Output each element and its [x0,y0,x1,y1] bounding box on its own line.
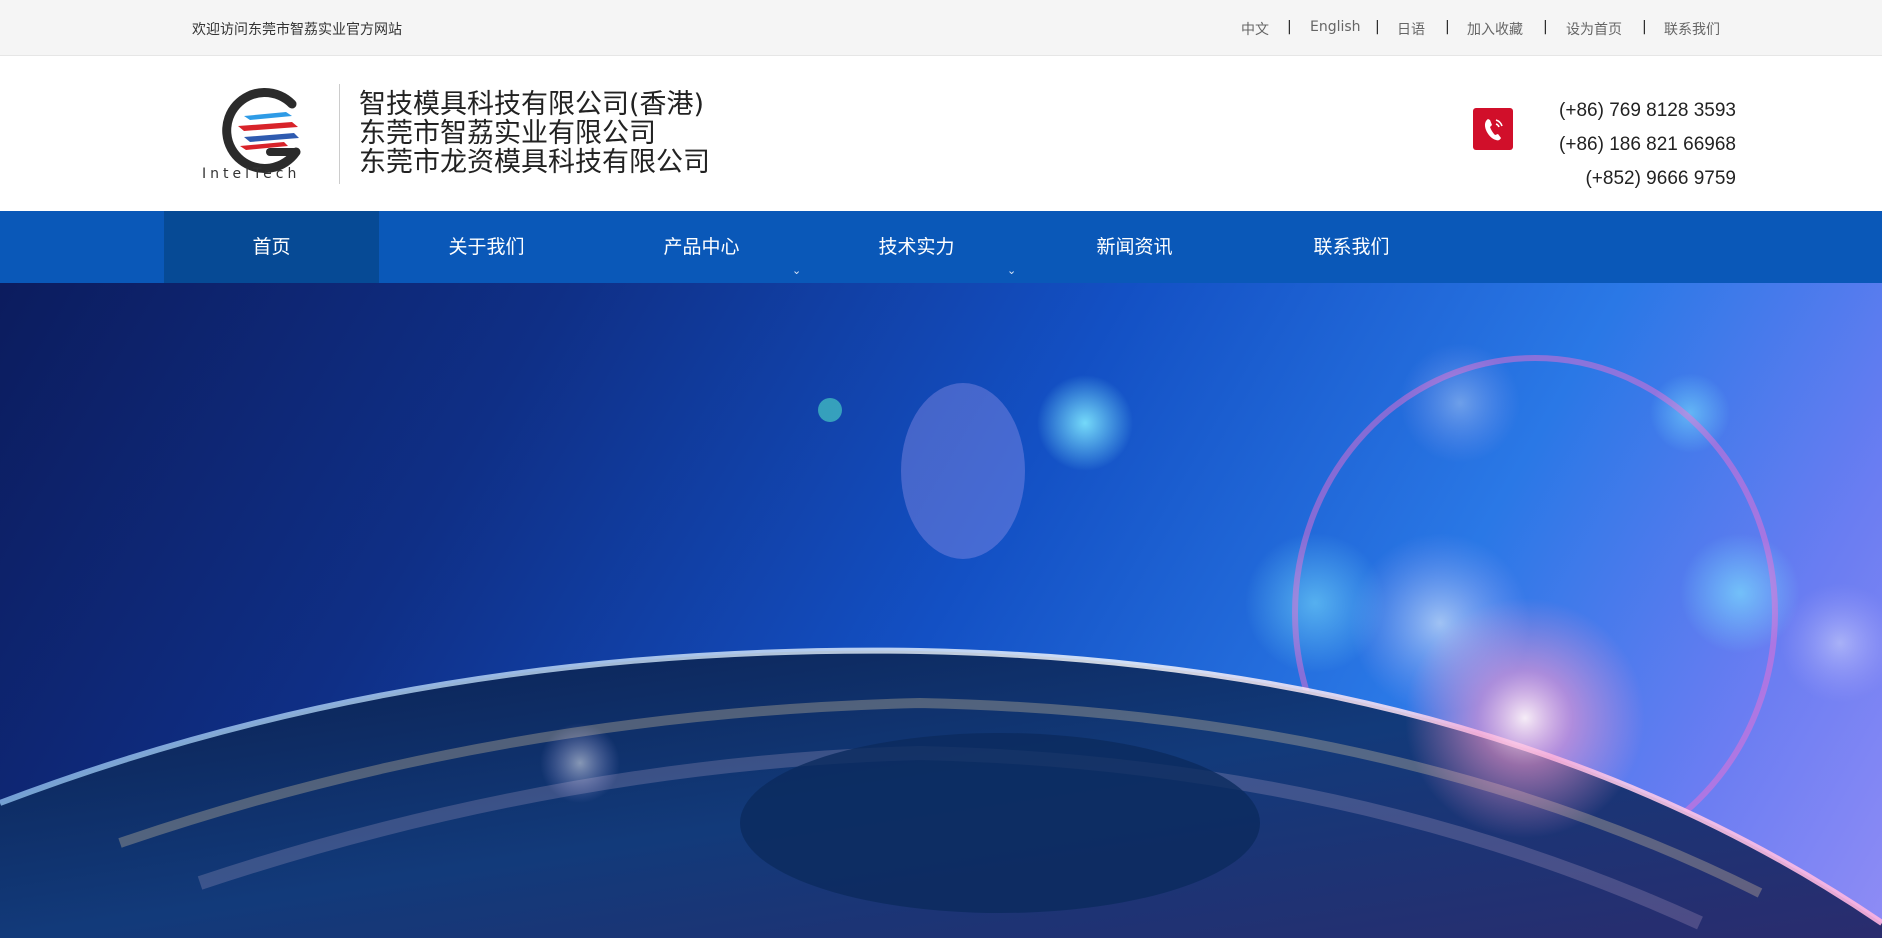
nav-item-label: 新闻资讯 [1096,236,1173,258]
main-nav: 首页 关于我们 产品中心 ⌄ 技术实力 ⌄ 新闻资讯 联系我们 [0,211,1882,283]
nav-item-label: 关于我们 [448,236,525,258]
welcome-text: 欢迎访问东莞市智荔实业官方网站 [192,22,402,38]
city-globe-at-night-image [0,343,1882,938]
nav-item-technology[interactable]: 技术实力 ⌄ [809,211,1024,283]
company-names: 智技模具科技有限公司(香港) 东莞市智荔实业有限公司 东莞市龙资模具科技有限公司 [359,90,710,177]
company-name-zhili: 东莞市智荔实业有限公司 [359,118,656,149]
top-link-separator: | [1543,19,1548,35]
top-link-separator: | [1287,19,1292,35]
top-link-separator: | [1642,19,1647,35]
nav-item-about[interactable]: 关于我们 [379,211,594,283]
phone-number: (+852) 9666 9759 [1585,168,1736,189]
site-header: IntelTech 智技模具科技有限公司(香港) 东莞市智荔实业有限公司 东莞市… [0,56,1882,211]
lang-japanese-link[interactable]: 日语 [1397,19,1425,39]
lang-english-link[interactable]: English [1310,19,1361,35]
top-link-separator: | [1375,19,1380,35]
nav-item-products[interactable]: 产品中心 ⌄ [594,211,809,283]
add-favorite-link[interactable]: 加入收藏 [1467,19,1523,39]
nav-item-label: 产品中心 [663,236,740,258]
nav-item-label: 技术实力 [878,236,955,258]
hero-banner [0,283,1882,938]
phone-icon [1473,108,1513,150]
nav-item-label: 首页 [252,236,291,258]
lang-chinese-link[interactable]: 中文 [1241,19,1269,39]
header-divider [339,84,340,184]
nav-item-label: 联系我们 [1313,236,1390,258]
set-homepage-link[interactable]: 设为首页 [1566,19,1622,39]
company-name-longzi: 东莞市龙资模具科技有限公司 [359,147,710,178]
phone-number: (+86) 186 821 66968 [1559,134,1736,155]
phone-numbers: (+86) 769 8128 3593 (+86) 186 821 66968 … [1520,94,1736,196]
top-bar: 欢迎访问东莞市智荔实业官方网站 中文 | English | 日语 | 加入收藏… [0,0,1882,56]
company-name-hk: 智技模具科技有限公司(香港) [359,89,705,120]
phone-number: (+86) 769 8128 3593 [1559,100,1736,121]
logo-text: IntelTech [202,166,301,182]
nav-item-contact[interactable]: 联系我们 [1244,211,1459,283]
top-links: 中文 | English | 日语 | 加入收藏 | 设为首页 | 联系我们 [1230,19,1730,39]
nav-item-news[interactable]: 新闻资讯 [1027,211,1242,283]
nav-item-home[interactable]: 首页 [164,211,379,283]
top-link-separator: | [1445,19,1450,35]
contact-us-link[interactable]: 联系我们 [1664,19,1720,39]
